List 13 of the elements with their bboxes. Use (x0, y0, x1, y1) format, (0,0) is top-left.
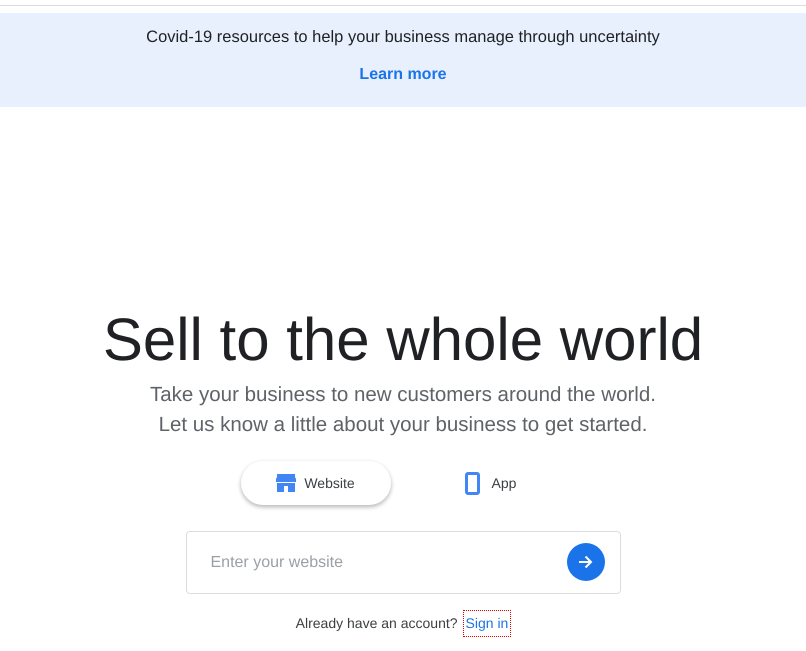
hero-title: Sell to the whole world (102, 305, 704, 375)
subtitle-line: Let us know a little about your business to get started. (158, 412, 648, 438)
learn-more-link[interactable]: Learn more (359, 64, 447, 86)
smartphone-icon (464, 472, 480, 494)
website-tab[interactable]: Website (240, 461, 390, 505)
website-input-field[interactable]: Enter your website (186, 531, 620, 594)
sign-in-link[interactable]: Sign in (464, 611, 510, 636)
subtitle-line: Take your business to new customers around the world. (150, 382, 656, 408)
arrow-right-icon (578, 555, 592, 569)
account-prompt: Already have an account? (296, 614, 458, 633)
banner-message: Covid-19 resources to help your business manage through uncertainty (146, 27, 660, 48)
app-tab[interactable]: App (416, 461, 566, 505)
store-icon (276, 474, 296, 492)
